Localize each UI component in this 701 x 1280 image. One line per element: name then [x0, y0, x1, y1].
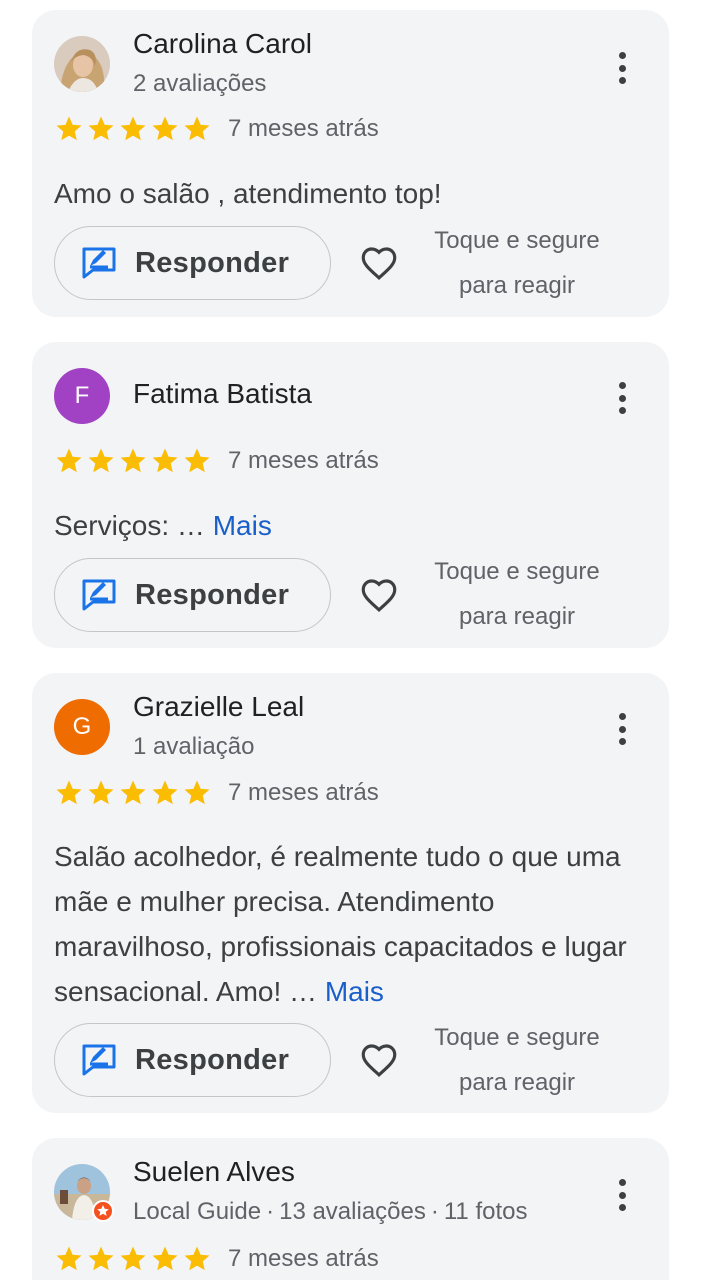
star-rating — [54, 114, 212, 144]
star-icon — [120, 448, 146, 473]
review-text: Serviços: … Mais — [54, 503, 644, 548]
reply-label: Responder — [135, 1043, 290, 1076]
star-rating — [54, 1244, 212, 1274]
star-icon — [184, 780, 210, 805]
reviewer-avatar[interactable]: G — [54, 699, 110, 755]
reply-edit-icon — [82, 247, 116, 279]
rating-row: 7 meses atrás — [54, 114, 379, 144]
local-guide-badge-icon — [92, 1200, 114, 1222]
react-hint: Toque e segure para reagir — [412, 549, 622, 639]
star-icon — [184, 116, 210, 141]
reviewer-avatar[interactable] — [54, 1164, 114, 1222]
reply-edit-icon — [82, 579, 116, 611]
star-icon — [184, 448, 210, 473]
react-hint: Toque e segure para reagir — [412, 218, 622, 308]
reviewer-name[interactable]: Fatima Batista — [133, 378, 312, 410]
star-icon — [120, 1246, 146, 1271]
star-rating — [54, 446, 212, 476]
react-hint-line: Toque e segure — [434, 1024, 600, 1051]
review-count: 13 avaliações — [279, 1198, 426, 1225]
star-icon — [56, 780, 82, 805]
rating-row: 7 meses atrás — [54, 778, 379, 808]
avatar-letter: F — [74, 382, 90, 409]
star-icon — [56, 116, 82, 141]
more-vert-icon[interactable] — [610, 378, 634, 418]
star-icon — [88, 116, 114, 141]
review-time: 7 meses atrás — [228, 1245, 379, 1272]
star-icon — [120, 116, 146, 141]
review-card: Carolina Carol 2 avaliações 7 meses atrá… — [32, 10, 669, 317]
more-link[interactable]: Mais — [213, 510, 272, 541]
react-hint-line: Toque e segure — [434, 227, 600, 254]
react-hint: Toque e segure para reagir — [412, 1015, 622, 1105]
meta-separator: · — [266, 1198, 275, 1225]
more-link[interactable]: Mais — [325, 976, 384, 1007]
review-card: G Grazielle Leal 1 avaliação 7 meses atr… — [32, 673, 669, 1113]
photo-count: 11 fotos — [443, 1198, 528, 1225]
review-card: Suelen Alves Local Guide · 13 avaliações · 1… — [32, 1138, 669, 1280]
heart-outline-icon[interactable] — [358, 574, 400, 616]
star-icon — [120, 780, 146, 805]
star-icon — [152, 780, 178, 805]
star-icon — [152, 448, 178, 473]
reviewer-name[interactable]: Suelen Alves — [133, 1156, 295, 1188]
review-time: 7 meses atrás — [228, 447, 379, 474]
star-rating — [54, 778, 212, 808]
reviewer-name[interactable]: Carolina Carol — [133, 28, 312, 60]
star-icon — [152, 116, 178, 141]
react-hint-line: para reagir — [458, 1069, 576, 1096]
star-icon — [88, 780, 114, 805]
reviewer-name[interactable]: Grazielle Leal — [133, 691, 304, 723]
reviewer-stats: 1 avaliação — [133, 733, 255, 760]
meta-separator: · — [430, 1198, 439, 1225]
star-icon — [88, 1246, 114, 1271]
reply-button[interactable]: Responder — [54, 226, 331, 300]
heart-outline-icon[interactable] — [358, 242, 400, 284]
reply-edit-icon — [82, 1044, 116, 1076]
reply-button[interactable]: Responder — [54, 558, 331, 632]
reply-button[interactable]: Responder — [54, 1023, 331, 1097]
react-hint-line: Toque e segure — [434, 558, 600, 585]
star-icon — [56, 448, 82, 473]
reviewer-stats: Local Guide · 13 avaliações · 11 fotos — [133, 1198, 527, 1226]
reviewer-stats: 2 avaliações — [133, 70, 267, 97]
star-icon — [152, 1246, 178, 1271]
reviewer-avatar[interactable]: F — [54, 368, 110, 424]
more-vert-icon[interactable] — [610, 48, 634, 88]
reply-label: Responder — [135, 246, 290, 279]
star-icon — [88, 448, 114, 473]
review-card: F Fatima Batista 7 meses atrás Serviços:… — [32, 342, 669, 648]
more-vert-icon[interactable] — [610, 1175, 634, 1215]
reviewer-avatar[interactable] — [54, 36, 110, 92]
review-text: Amo o salão , atendimento top! — [54, 171, 644, 216]
review-time: 7 meses atrás — [228, 779, 379, 806]
star-icon — [56, 1246, 82, 1271]
review-text: Salão acolhedor, é realmente tudo o que … — [54, 834, 644, 1014]
avatar-letter: G — [72, 713, 92, 740]
react-hint-line: para reagir — [458, 603, 576, 630]
rating-row: 7 meses atrás — [54, 1244, 379, 1274]
reply-label: Responder — [135, 578, 290, 611]
rating-row: 7 meses atrás — [54, 446, 379, 476]
more-vert-icon[interactable] — [610, 709, 634, 749]
local-guide-label: Local Guide — [133, 1198, 262, 1225]
review-body: Amo o salão , atendimento top! — [54, 178, 442, 209]
heart-outline-icon[interactable] — [358, 1039, 400, 1081]
review-time: 7 meses atrás — [228, 115, 379, 142]
star-icon — [184, 1246, 210, 1271]
react-hint-line: para reagir — [458, 272, 576, 299]
review-body: Serviços: … — [54, 510, 205, 541]
